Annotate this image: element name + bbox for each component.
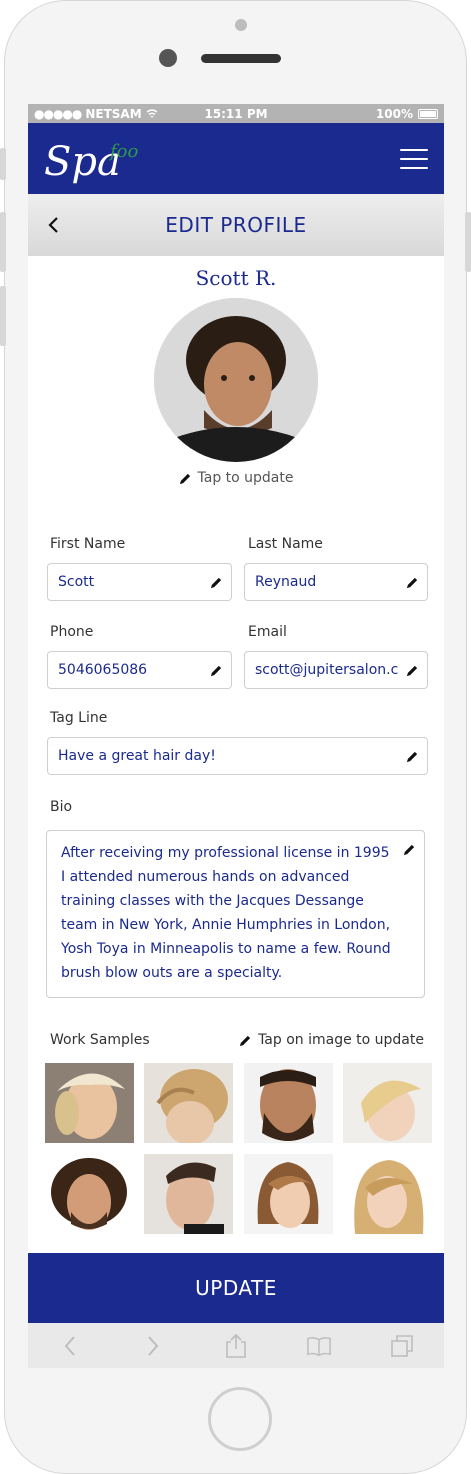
email-value: scott@jupitersalon.c — [255, 662, 399, 678]
bio-textarea[interactable]: After receiving my professional license … — [46, 830, 425, 998]
browser-toolbar — [28, 1323, 444, 1368]
power-button — [465, 212, 471, 272]
phone-field[interactable]: 5046065086 — [47, 651, 232, 689]
volume-up-button — [0, 212, 6, 272]
work-sample-image[interactable] — [45, 1063, 134, 1143]
sample-photo — [144, 1154, 233, 1234]
share-icon — [226, 1333, 246, 1358]
email-field[interactable]: scott@jupitersalon.c — [244, 651, 428, 689]
battery-percent: 100% — [375, 106, 413, 121]
tag-line-field[interactable]: Have a great hair day! — [47, 737, 428, 775]
book-icon — [307, 1336, 331, 1356]
carrier-name: NETSAM — [85, 106, 142, 121]
menu-line-icon — [400, 158, 428, 160]
page-title: EDIT PROFILE — [165, 213, 307, 237]
work-sample-image[interactable] — [343, 1063, 432, 1143]
pencil-icon — [210, 577, 222, 589]
signal-icon: ●●●●● — [34, 106, 82, 121]
first-name-label: First Name — [50, 536, 126, 552]
title-bar: EDIT PROFILE — [28, 194, 444, 256]
browser-forward-button[interactable] — [141, 1334, 165, 1358]
pencil-icon — [403, 844, 415, 856]
update-button[interactable]: UPDATE — [28, 1253, 444, 1323]
pencil-icon — [210, 665, 222, 677]
work-sample-image[interactable] — [45, 1154, 134, 1234]
work-samples-hint-text: Tap on image to update — [258, 1032, 424, 1048]
work-sample-image[interactable] — [244, 1063, 333, 1143]
bio-label: Bio — [50, 799, 73, 815]
wifi-icon — [146, 108, 158, 118]
browser-bookmarks-button[interactable] — [307, 1334, 331, 1358]
bio-value: After receiving my professional license … — [61, 845, 391, 981]
proximity-sensor — [235, 19, 247, 31]
work-sample-image[interactable] — [144, 1063, 233, 1143]
last-name-value: Reynaud — [255, 574, 317, 590]
last-name-label: Last Name — [248, 536, 323, 552]
work-samples-hint: Tap on image to update — [239, 1032, 424, 1048]
earpiece-speaker — [201, 54, 281, 63]
tabs-icon — [391, 1334, 414, 1357]
status-bar: ●●●●● NETSAM 15:11 PM 100% — [28, 104, 444, 123]
pencil-icon — [179, 473, 190, 484]
app-navbar: Spa foo — [28, 123, 444, 194]
sample-photo — [144, 1063, 233, 1143]
sample-photo — [343, 1063, 432, 1143]
tag-line-label: Tag Line — [50, 710, 108, 726]
back-arrow-icon[interactable] — [44, 212, 64, 238]
chevron-right-icon — [148, 1335, 159, 1356]
spafoo-logo: Spa foo — [44, 139, 138, 185]
email-label: Email — [248, 624, 287, 640]
profile-avatar[interactable] — [154, 298, 318, 462]
pencil-icon — [406, 577, 418, 589]
pencil-icon — [406, 665, 418, 677]
browser-share-button[interactable] — [224, 1333, 248, 1358]
tap-to-update-label: Tap to update — [197, 470, 294, 486]
front-camera — [159, 49, 177, 67]
sample-photo — [45, 1154, 134, 1234]
avatar-image — [154, 298, 318, 462]
sample-photo — [343, 1154, 432, 1234]
svg-text:foo: foo — [108, 141, 138, 162]
tap-to-update-hint[interactable]: Tap to update — [28, 470, 444, 486]
work-sample-image[interactable] — [144, 1154, 233, 1234]
battery-icon — [418, 108, 438, 119]
volume-down-button — [0, 286, 6, 346]
hamburger-menu-button[interactable] — [400, 149, 428, 169]
phone-value: 5046065086 — [58, 662, 148, 678]
profile-name: Scott R. — [195, 266, 277, 290]
last-name-field[interactable]: Reynaud — [244, 563, 428, 601]
sample-photo — [244, 1154, 333, 1234]
sample-photo — [45, 1063, 134, 1143]
phone-label: Phone — [50, 624, 94, 640]
work-sample-image[interactable] — [244, 1154, 333, 1234]
browser-back-button[interactable] — [58, 1334, 82, 1358]
chevron-left-icon — [64, 1335, 75, 1356]
home-button[interactable] — [208, 1387, 272, 1451]
sample-photo — [244, 1063, 333, 1143]
menu-line-icon — [400, 149, 428, 151]
tag-line-value: Have a great hair day! — [58, 748, 216, 764]
work-sample-image[interactable] — [343, 1154, 432, 1234]
browser-tabs-button[interactable] — [390, 1334, 414, 1358]
pencil-icon — [406, 751, 418, 763]
first-name-value: Scott — [58, 574, 95, 590]
app-screen: ●●●●● NETSAM 15:11 PM 100% Spa foo EDIT … — [28, 104, 444, 1368]
work-samples-header: Work Samples Tap on image to update — [50, 1032, 424, 1048]
pencil-icon — [239, 1035, 251, 1046]
work-samples-label: Work Samples — [50, 1032, 150, 1048]
first-name-field[interactable]: Scott — [47, 563, 232, 601]
menu-line-icon — [400, 167, 428, 169]
mute-switch — [0, 148, 6, 180]
